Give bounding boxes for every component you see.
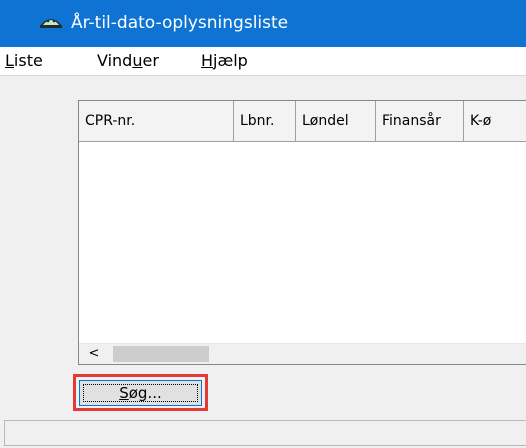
column-header-k[interactable]: K-ø [464,101,526,142]
column-header-finansaar[interactable]: Finansår [376,101,464,142]
results-list[interactable]: CPR-nr. Lbnr. Løndel Finansår K-ø < [78,100,526,365]
column-header-lbnr[interactable]: Lbnr. [234,101,296,142]
search-button-label: Søg... [119,384,162,402]
horizontal-scrollbar[interactable]: < [79,343,526,364]
status-bar [4,420,526,446]
menu-vinduer[interactable]: Vinduer [97,51,159,71]
column-header-cpr[interactable]: CPR-nr. [79,101,234,142]
menu-liste-accel: L [5,51,14,70]
scroll-left-arrow-icon[interactable]: < [79,344,109,364]
app-logo-icon [40,19,62,28]
menu-hjaelp[interactable]: Hjælp [201,51,248,71]
menu-vinduer-pre: Vind [97,51,133,70]
menu-liste[interactable]: Liste [5,51,43,71]
search-button-label-rest: øg... [128,384,162,402]
menu-hjaelp-accel: H [201,51,214,70]
menu-hjaelp-rest: jælp [213,51,248,70]
menu-vinduer-accel: u [132,51,143,70]
search-button-accel: S [119,384,129,402]
window-title: År-til-dato-oplysningsliste [71,13,289,33]
menu-vinduer-post: er [142,51,159,70]
menu-liste-rest: iste [13,51,43,70]
title-bar: År-til-dato-oplysningsliste [0,0,526,47]
scrollbar-thumb[interactable] [113,346,209,362]
app-window: År-til-dato-oplysningsliste Liste Vindue… [0,0,526,448]
table-header: CPR-nr. Lbnr. Løndel Finansår K-ø [79,101,526,142]
column-header-loendel[interactable]: Løndel [296,101,376,142]
menu-bar: Liste Vinduer Hjælp [0,47,526,75]
search-button[interactable]: Søg... [79,380,202,406]
